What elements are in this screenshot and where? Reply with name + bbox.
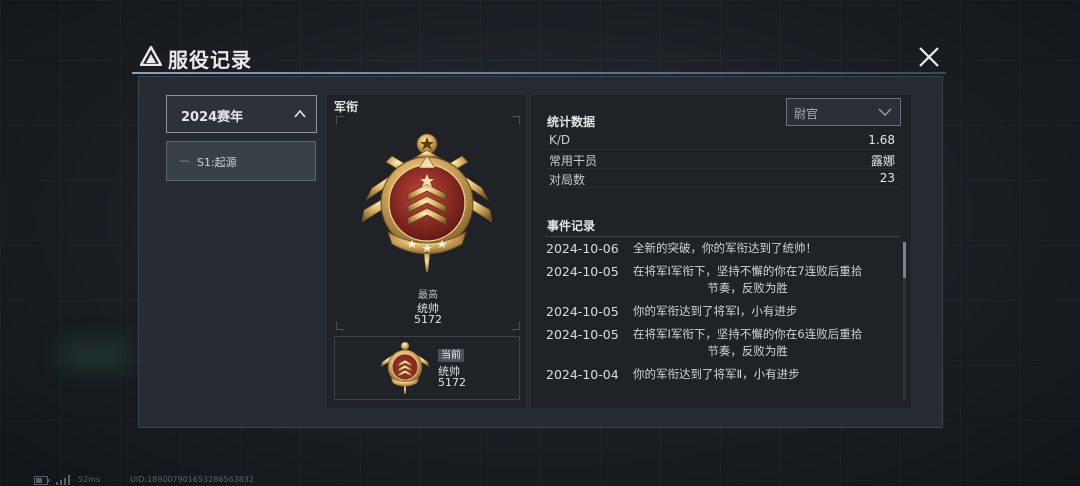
rank-filter-dropdown[interactable]: 尉官 — [786, 98, 901, 126]
events-scrollbar-thumb[interactable] — [903, 242, 906, 278]
stat-row-operator: 常用干员 露娜 — [547, 151, 897, 169]
event-date: 2024-10-06 — [546, 241, 619, 256]
stats-heading: 统计数据 — [547, 115, 596, 129]
stat-value: 露娜 — [870, 154, 895, 168]
season-item-label: S1:起源 — [197, 156, 237, 169]
event-text: 在将军Ⅰ军衔下，坚持不懈的你在7连败后重拾 节奏，反败为胜 — [633, 264, 863, 295]
close-icon[interactable] — [916, 44, 942, 70]
event-date: 2024-10-05 — [546, 264, 619, 279]
current-rank-points: 5172 — [438, 376, 466, 389]
rank-filter-label: 尉官 — [794, 107, 819, 121]
season-dropdown[interactable]: 2024赛年 — [166, 95, 317, 133]
rank-badge-icon — [361, 133, 493, 272]
stat-row-matches: 对局数 23 — [547, 170, 897, 188]
events-divider — [545, 236, 900, 237]
event-item: 2024-10-06 全新的突破，你的军衔达到了统帅！ — [546, 240, 898, 257]
season-item-dash: — — [179, 154, 190, 167]
event-item: 2024-10-05 在将军Ⅰ军衔下，坚持不懈的你在6连败后重拾 节奏，反败为胜 — [546, 326, 898, 360]
stat-row-kd: K/D 1.68 — [547, 132, 897, 150]
stat-key: 对局数 — [549, 173, 586, 187]
season-item-s1[interactable]: — S1:起源 — [166, 141, 316, 181]
events-list[interactable]: 2024-10-06 全新的突破，你的军衔达到了统帅！ 2024-10-05 在… — [546, 240, 898, 400]
rank-heading: 军衔 — [334, 100, 359, 114]
event-date: 2024-10-05 — [546, 304, 619, 319]
event-date: 2024-10-05 — [546, 327, 619, 342]
chevron-down-icon — [878, 108, 892, 116]
event-text: 在将军Ⅰ军衔下，坚持不懈的你在6连败后重拾 节奏，反败为胜 — [633, 327, 863, 358]
stat-key: 常用干员 — [549, 154, 598, 168]
rank-highest-points: 5172 — [414, 313, 442, 326]
season-dropdown-label: 2024赛年 — [181, 110, 244, 125]
stat-value: 1.68 — [868, 133, 895, 147]
stat-key: K/D — [549, 133, 571, 147]
current-tag: 当前 — [438, 349, 464, 362]
battery-icon — [34, 476, 50, 485]
event-text: 你的军衔达到了将军Ⅱ，小有进步 — [633, 367, 800, 381]
uid-text: UID:18900790165328656383​2 — [130, 475, 254, 484]
ping-text: 52ms — [78, 475, 101, 484]
events-scrollbar[interactable] — [903, 242, 906, 400]
event-date: 2024-10-04 — [546, 367, 619, 382]
chevron-up-icon — [294, 109, 306, 118]
events-heading: 事件记录 — [547, 219, 596, 233]
event-text: 你的军衔达到了将军Ⅰ，小有进步 — [633, 304, 798, 318]
background-glow — [60, 340, 130, 370]
signal-icon — [56, 475, 70, 485]
event-item: 2024-10-05 你的军衔达到了将军Ⅰ，小有进步 — [546, 303, 898, 320]
event-item: 2024-10-05 在将军Ⅰ军衔下，坚持不懈的你在7连败后重拾 节奏，反败为胜 — [546, 263, 898, 297]
rank-highest-label: 最高 — [418, 290, 438, 301]
title-bar: 服役记录 — [132, 42, 946, 74]
event-text: 全新的突破，你的军衔达到了统帅！ — [633, 241, 817, 255]
current-rank-badge-icon — [380, 342, 430, 394]
logo-icon — [140, 46, 162, 66]
stat-value: 23 — [879, 171, 895, 185]
event-item: 2024-10-04 你的军衔达到了将军Ⅱ，小有进步 — [546, 366, 898, 383]
window-title: 服役记录 — [168, 48, 252, 72]
title-underline — [132, 72, 946, 74]
